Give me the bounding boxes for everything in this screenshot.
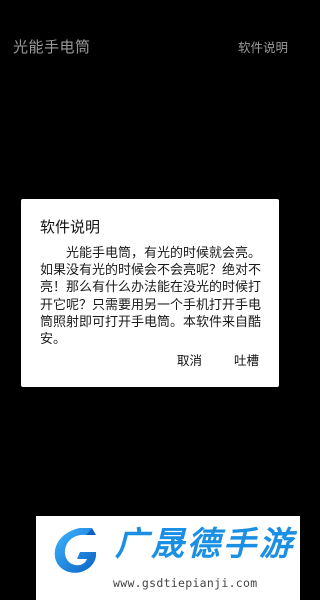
watermark-url: www.gsdtiepianji.com (113, 576, 258, 590)
dialog-title: 软件说明 (40, 218, 101, 236)
cancel-button[interactable]: 取消 (177, 350, 202, 369)
dialog-actions: 取消 吐槽 (177, 350, 259, 369)
flashlight-app-screen: 光能手电筒 软件说明 软件说明 光能手电筒，有光的时候就会亮。如果没有光的时候会… (0, 0, 300, 600)
g-swoosh-logo-icon (54, 528, 97, 573)
watermark-name: 广晟德手游 (115, 524, 295, 563)
watermark-banner: 广晟德手游 www.gsdtiepianji.com (36, 516, 300, 600)
complain-button[interactable]: 吐槽 (234, 350, 259, 369)
dialog-message: 光能手电筒，有光的时候就会亮。如果没有光的时候会不会亮呢？绝对不亮！那么有什么办… (40, 246, 262, 348)
about-dialog: 软件说明 光能手电筒，有光的时候就会亮。如果没有光的时候会不会亮呢？绝对不亮！那… (21, 199, 279, 387)
